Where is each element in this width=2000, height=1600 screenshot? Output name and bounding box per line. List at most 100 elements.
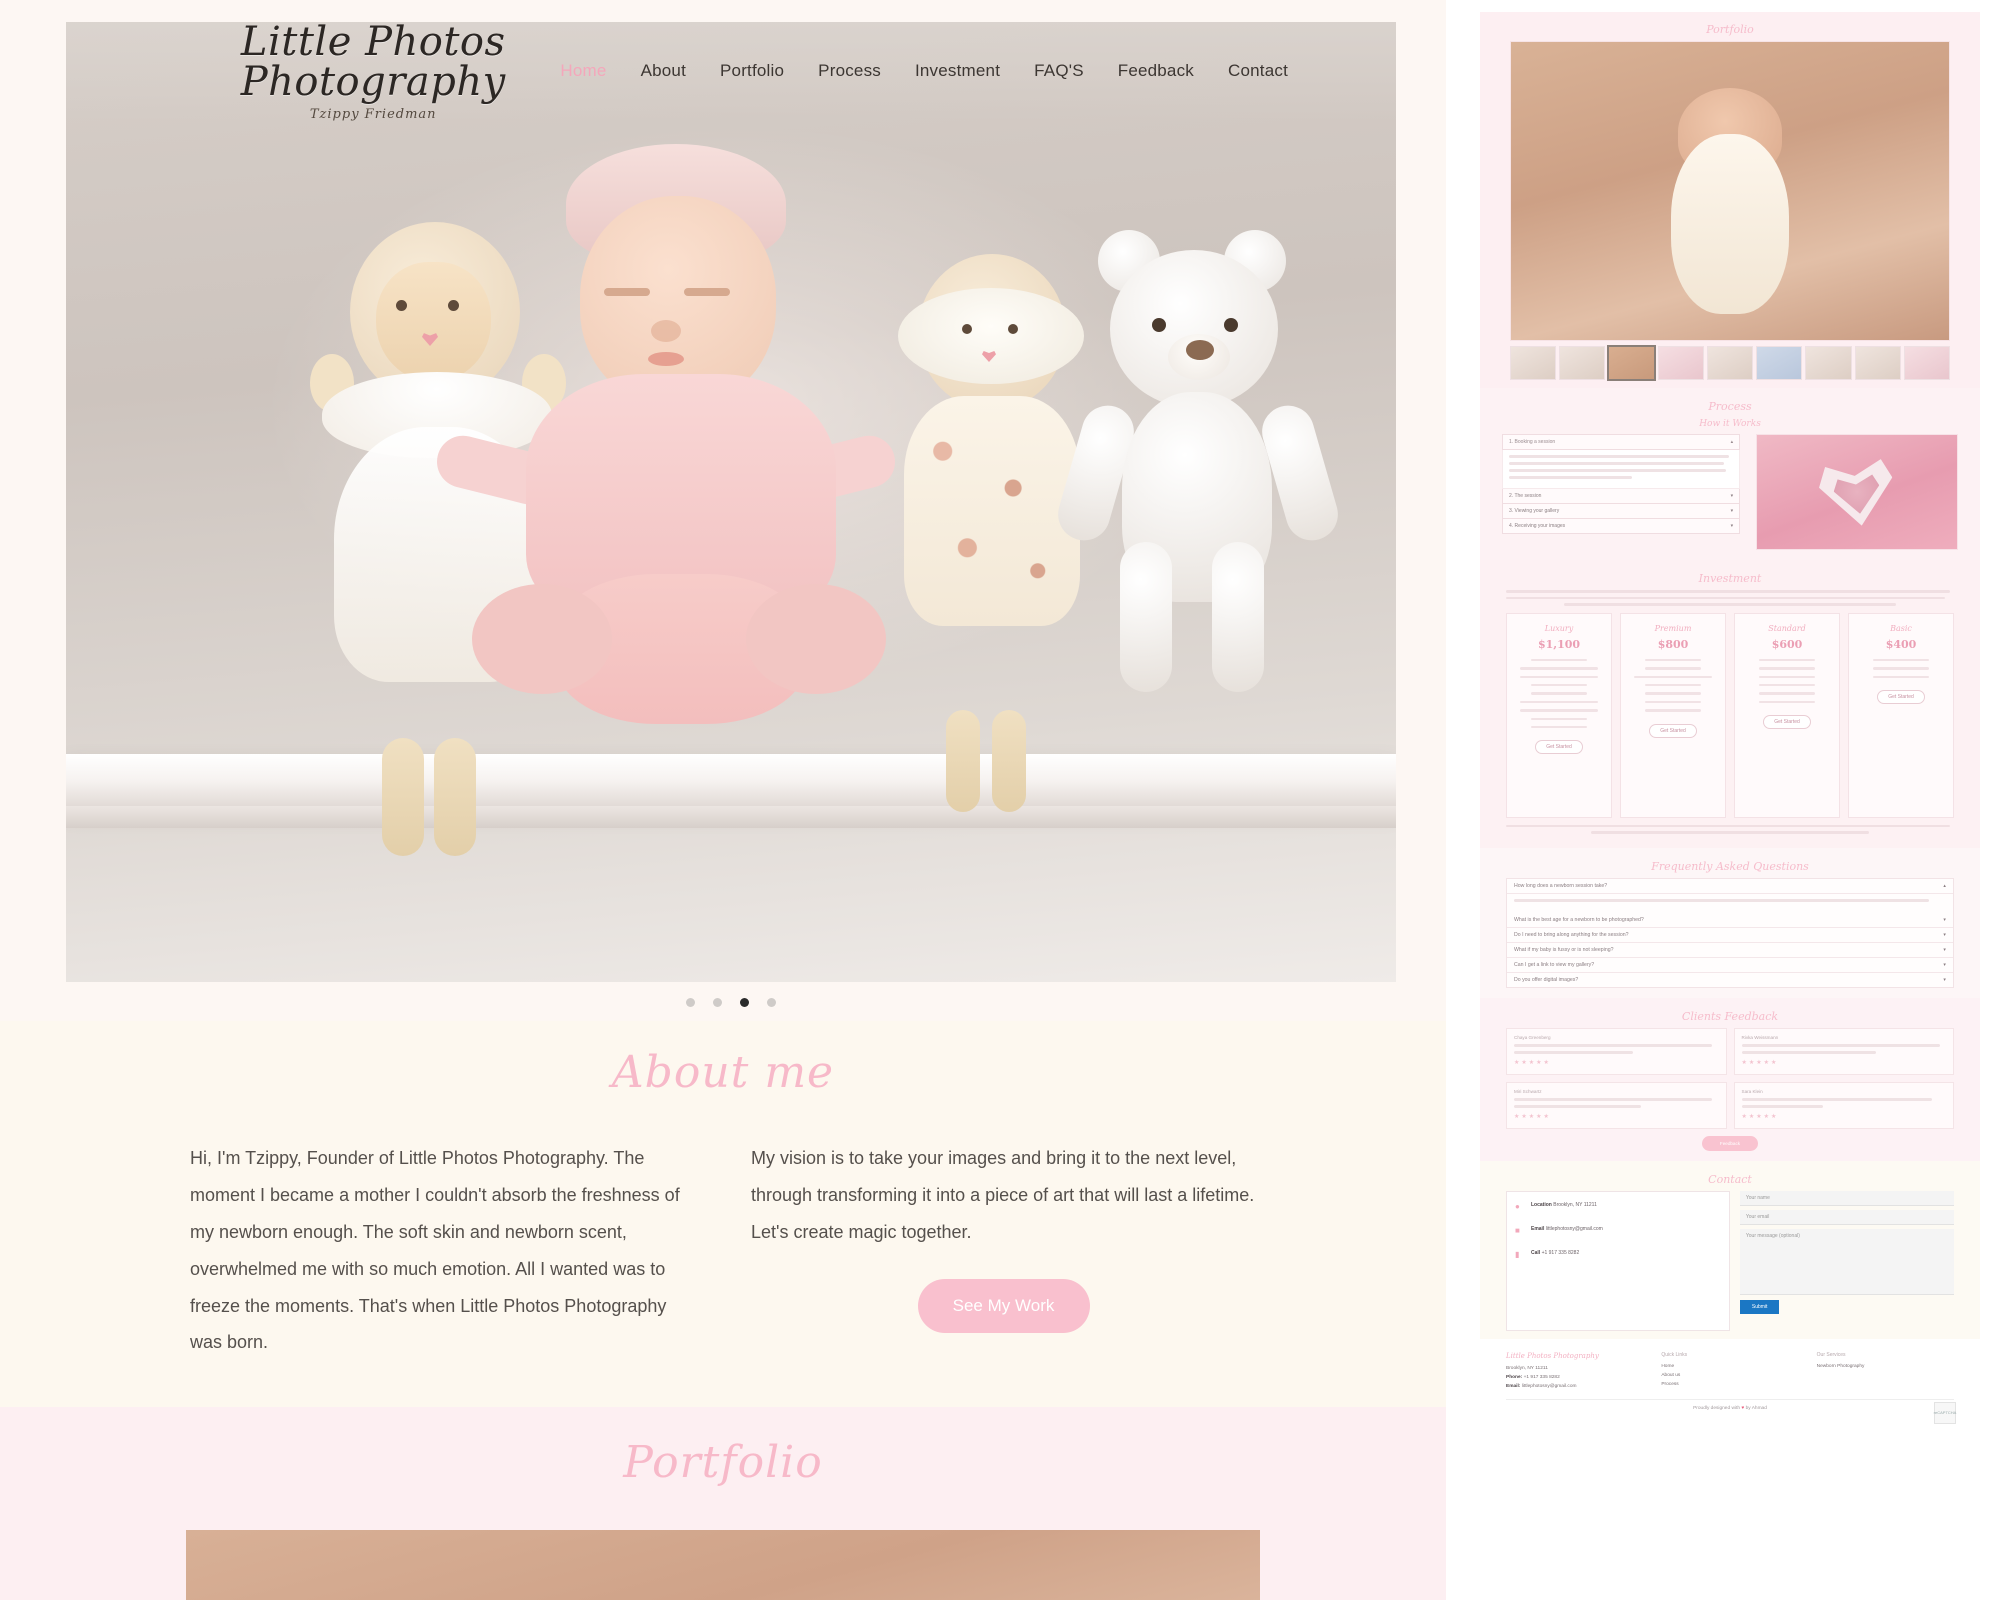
logo-primary-text: Little Photos Photography [240,22,506,105]
footer-credit-suffix: by Ahmad [1745,1405,1767,1411]
recaptcha-badge[interactable]: reCAPTCHA [1934,1401,1956,1424]
carousel-dots[interactable] [66,998,1396,1007]
footer-credit-bar: Proudly designed with ♥ by Ahmad reCAPTC… [1506,1398,1956,1424]
overview-process-section: Process How it Works 1. Booking a sessio… [1480,388,1980,560]
pricing-card-basic[interactable]: Basic $400 Get Started [1848,612,1954,818]
overview-thumb-4[interactable] [1657,346,1704,380]
screenshot-root: Little Photos Photography Tzippy Friedma… [0,0,2000,1600]
faq-item-4[interactable]: What if my baby is fussy or is not sleep… [1507,943,1953,958]
pricing-cta-standard[interactable]: Get Started [1763,715,1811,730]
leave-feedback-button[interactable]: Feedback [1702,1135,1758,1151]
portfolio-featured-image[interactable] [186,1530,1260,1600]
hero-carousel[interactable]: Little Photos Photography Tzippy Friedma… [66,22,1396,982]
carousel-dot-3[interactable] [740,998,749,1007]
footer-service-newborn[interactable]: Newborn Photography [1817,1363,1954,1372]
faq-item-1[interactable]: How long does a newborn session take? ▴ [1507,879,1953,894]
faq-item-5[interactable]: Can I get a link to view my gallery? ▾ [1507,958,1953,973]
pricing-name-standard: Standard [1768,623,1806,633]
see-my-work-button[interactable]: See My Work [917,1278,1090,1333]
overview-thumb-8[interactable] [1854,346,1901,380]
overview-contact-heading: Contact [1708,1172,1752,1186]
main-navigation[interactable]: Home About Portfolio Process Investment … [560,61,1288,81]
chevron-up-icon: ▴ [1943,882,1946,889]
pricing-cta-basic[interactable]: Get Started [1877,689,1925,704]
overview-contact-section: Contact ● Location Brooklyn, NY 11211 ■ … [1480,1160,1980,1339]
process-accordion[interactable]: 1. Booking a session ▴ 2. The session ▾ [1502,434,1741,550]
carousel-dot-2[interactable] [713,998,722,1007]
pricing-name-luxury: Luxury [1544,623,1574,633]
heart-icon: ♥ [1741,1405,1745,1411]
process-accordion-item-4[interactable]: 4. Receiving your images ▾ [1502,519,1741,534]
carousel-dot-1[interactable] [686,998,695,1007]
footer-phone: +1 917 335 8282 [1523,1374,1560,1380]
footer-brand-heading: Little Photos Photography [1506,1351,1599,1360]
faq-item-6[interactable]: Do you offer digital images? ▾ [1507,973,1953,987]
logo-secondary-text: Tzippy Friedman [309,106,437,122]
contact-name-input[interactable]: Your name [1739,1190,1954,1206]
page-overview-panel: Portfolio Process How it Works 1. Bookin… [1446,0,2000,1600]
overview-portfolio-main-image[interactable] [1510,41,1950,341]
overview-thumb-5[interactable] [1706,346,1754,380]
testimonial-card-1: Chaya Greenberg ★★★★★ [1506,1027,1727,1075]
nav-item-investment[interactable]: Investment [915,61,1000,81]
pricing-card-standard[interactable]: Standard $600 Get Started [1734,612,1840,818]
overview-thumb-7[interactable] [1805,346,1852,380]
contact-form[interactable]: Your name Your email Your message (optio… [1739,1190,1954,1331]
process-accordion-item-2[interactable]: 2. The session ▾ [1502,489,1741,504]
overview-investment-heading: Investment [1698,572,1762,585]
faq-question-4: What if my baby is fussy or is not sleep… [1514,946,1614,953]
rating-stars-2: ★★★★★ [1741,1059,1779,1066]
overview-thumb-9[interactable] [1903,346,1950,380]
overview-portfolio-thumbnails[interactable] [1510,345,1950,381]
process-accordion-item-3[interactable]: 3. Viewing your gallery ▾ [1502,504,1741,519]
faq-item-2[interactable]: What is the best age for a newborn to be… [1507,913,1953,928]
chevron-down-icon: ▾ [1943,961,1946,968]
rating-stars-3: ★★★★★ [1514,1113,1551,1120]
overview-thumb-6[interactable] [1756,346,1803,380]
overview-thumb-1[interactable] [1510,346,1557,380]
process-accordion-label-1: 1. Booking a session [1509,439,1556,445]
pricing-cta-luxury[interactable]: Get Started [1535,740,1583,755]
process-accordion-item-1[interactable]: 1. Booking a session ▴ [1502,434,1741,450]
carousel-dot-4[interactable] [767,998,776,1007]
contact-submit-button[interactable]: Submit [1739,1299,1780,1314]
process-accordion-body-1 [1502,450,1741,489]
contact-label-location: Location [1531,1201,1552,1208]
nav-item-contact[interactable]: Contact [1228,61,1288,81]
overview-thumb-3[interactable] [1607,345,1656,381]
pricing-cta-premium[interactable]: Get Started [1649,723,1697,738]
footer-email: littlephotosny@gmail.com [1521,1383,1577,1389]
contact-message-textarea[interactable]: Your message (optional) [1739,1228,1954,1295]
chevron-down-icon: ▾ [1730,523,1734,529]
nav-item-process[interactable]: Process [818,61,881,81]
footer-link-home[interactable]: Home [1661,1363,1798,1372]
faq-item-3[interactable]: Do I need to bring along anything for th… [1507,928,1953,943]
contact-value-email: littlephotosny@gmail.com [1545,1225,1603,1232]
portfolio-section: Portfolio [0,1407,1446,1600]
nav-item-faqs[interactable]: FAQ'S [1034,61,1084,81]
overview-thumb-2[interactable] [1559,346,1606,380]
contact-email-input[interactable]: Your email [1739,1209,1954,1225]
nav-item-feedback[interactable]: Feedback [1118,61,1194,81]
contact-info-card: ● Location Brooklyn, NY 11211 ■ Email li… [1506,1190,1730,1331]
overview-investment-section: Investment Luxury $1,100 Get Started Pre… [1480,560,1980,848]
rating-stars-4: ★★★★★ [1741,1113,1779,1120]
footer-link-about[interactable]: About us [1661,1372,1798,1381]
footer-email-label: Email: [1506,1383,1521,1389]
process-accordion-label-3: 3. Viewing your gallery [1509,508,1560,514]
pricing-price-premium: $800 [1657,637,1689,651]
pricing-card-luxury[interactable]: Luxury $1,100 Get Started [1506,612,1612,818]
nav-item-home[interactable]: Home [560,61,606,81]
nav-item-portfolio[interactable]: Portfolio [720,61,784,81]
pricing-price-luxury: $1,100 [1537,637,1581,651]
site-logo[interactable]: Little Photos Photography Tzippy Friedma… [186,22,560,121]
process-heart-bowl-image [1756,434,1958,550]
testimonial-grid: Chaya Greenberg ★★★★★ Rivka Weissmann ★★… [1506,1027,1954,1129]
footer-link-process[interactable]: Process [1661,1381,1798,1390]
pricing-card-premium[interactable]: Premium $800 Get Started [1620,612,1726,818]
nav-item-about[interactable]: About [641,61,686,81]
overview-portfolio-section: Portfolio [1480,12,1980,388]
portfolio-heading: Portfolio [623,1437,823,1489]
faq-accordion[interactable]: How long does a newborn session take? ▴ … [1506,877,1954,988]
footer-brand-column: Little Photos Photography Brooklyn, NY 1… [1506,1352,1643,1392]
